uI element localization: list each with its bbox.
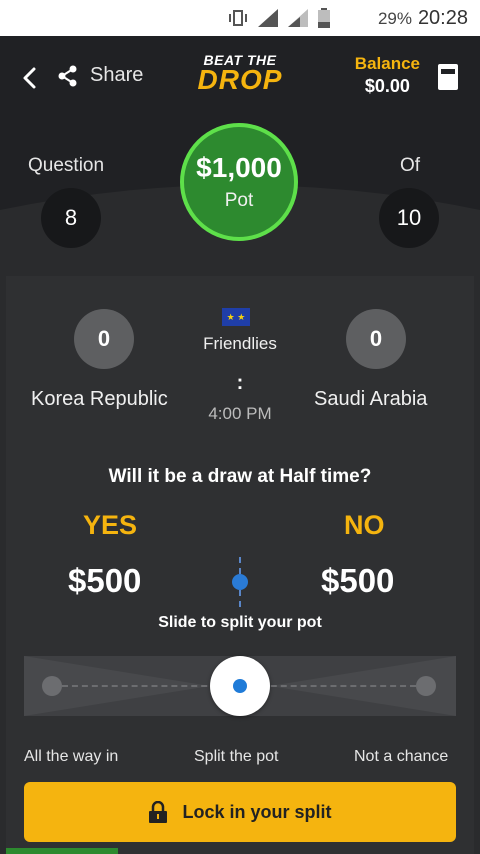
slider-thumb[interactable]	[210, 656, 270, 716]
pot-amount: $1,000	[196, 152, 282, 183]
lock-in-label: Lock in your split	[182, 801, 332, 822]
clock: 20:28	[417, 7, 468, 29]
slide-help-text: Slide to split your pot	[158, 614, 322, 631]
yes-amount: $500	[68, 562, 142, 599]
away-team: Saudi Arabia	[314, 388, 428, 410]
split-slider[interactable]	[24, 656, 456, 716]
question-label: Question	[28, 155, 105, 176]
slider-left-end	[42, 676, 62, 696]
question-panel: Will it be a draw at Half time? YES NO $…	[6, 444, 474, 854]
split-indicator-dot	[232, 574, 248, 590]
lock-in-button[interactable]: Lock in your split	[24, 782, 456, 842]
pot-label: Pot	[224, 190, 254, 211]
pot-badge: $1,000 Pot	[180, 123, 298, 241]
of-label: Of	[399, 155, 420, 176]
balance-label: Balance	[354, 54, 420, 73]
lock-icon	[149, 801, 168, 823]
total-questions: 10	[379, 188, 439, 248]
label-all-in: All the way in	[24, 748, 119, 765]
back-arrow-icon[interactable]	[20, 66, 40, 90]
label-split: Split the pot	[194, 748, 279, 765]
share-label: Share	[90, 64, 144, 86]
balance: Balance $0.00	[355, 54, 420, 97]
app-header: Share BEAT THE DROP Balance $0.00	[0, 36, 480, 120]
beat-the-drop-logo: BEAT THE DROP	[185, 52, 295, 96]
yes-label: YES	[83, 510, 138, 540]
eu-flag-icon: ★ ★	[222, 308, 250, 326]
battery-percent: 29%	[377, 9, 412, 28]
battery-icon	[318, 8, 330, 28]
logo-line2: DROP	[197, 64, 283, 95]
match-card: 0 0 ★ ★ Friendlies : 4:00 PM Korea Repub…	[6, 276, 474, 445]
no-label: NO	[344, 510, 385, 540]
share-icon	[58, 65, 77, 86]
slider-thumb-dot	[233, 679, 247, 693]
status-bar: 29% 20:28	[0, 0, 480, 36]
question-number: 8	[41, 188, 101, 248]
vibrate-icon	[229, 10, 247, 26]
question-text: Will it be a draw at Half time?	[108, 466, 372, 487]
bottom-indicator	[6, 848, 118, 854]
competition: Friendlies	[203, 334, 277, 353]
label-not-a-chance: Not a chance	[354, 748, 449, 765]
share-button[interactable]: Share	[58, 64, 143, 87]
no-amount: $500	[321, 562, 395, 599]
wallet-icon[interactable]	[436, 62, 460, 92]
balance-value: $0.00	[364, 76, 410, 96]
slider-right-end	[416, 676, 436, 696]
status-icons	[228, 8, 330, 28]
signal-icon	[258, 9, 278, 27]
signal-icon-2	[288, 9, 308, 27]
home-team: Korea Republic	[31, 388, 168, 410]
